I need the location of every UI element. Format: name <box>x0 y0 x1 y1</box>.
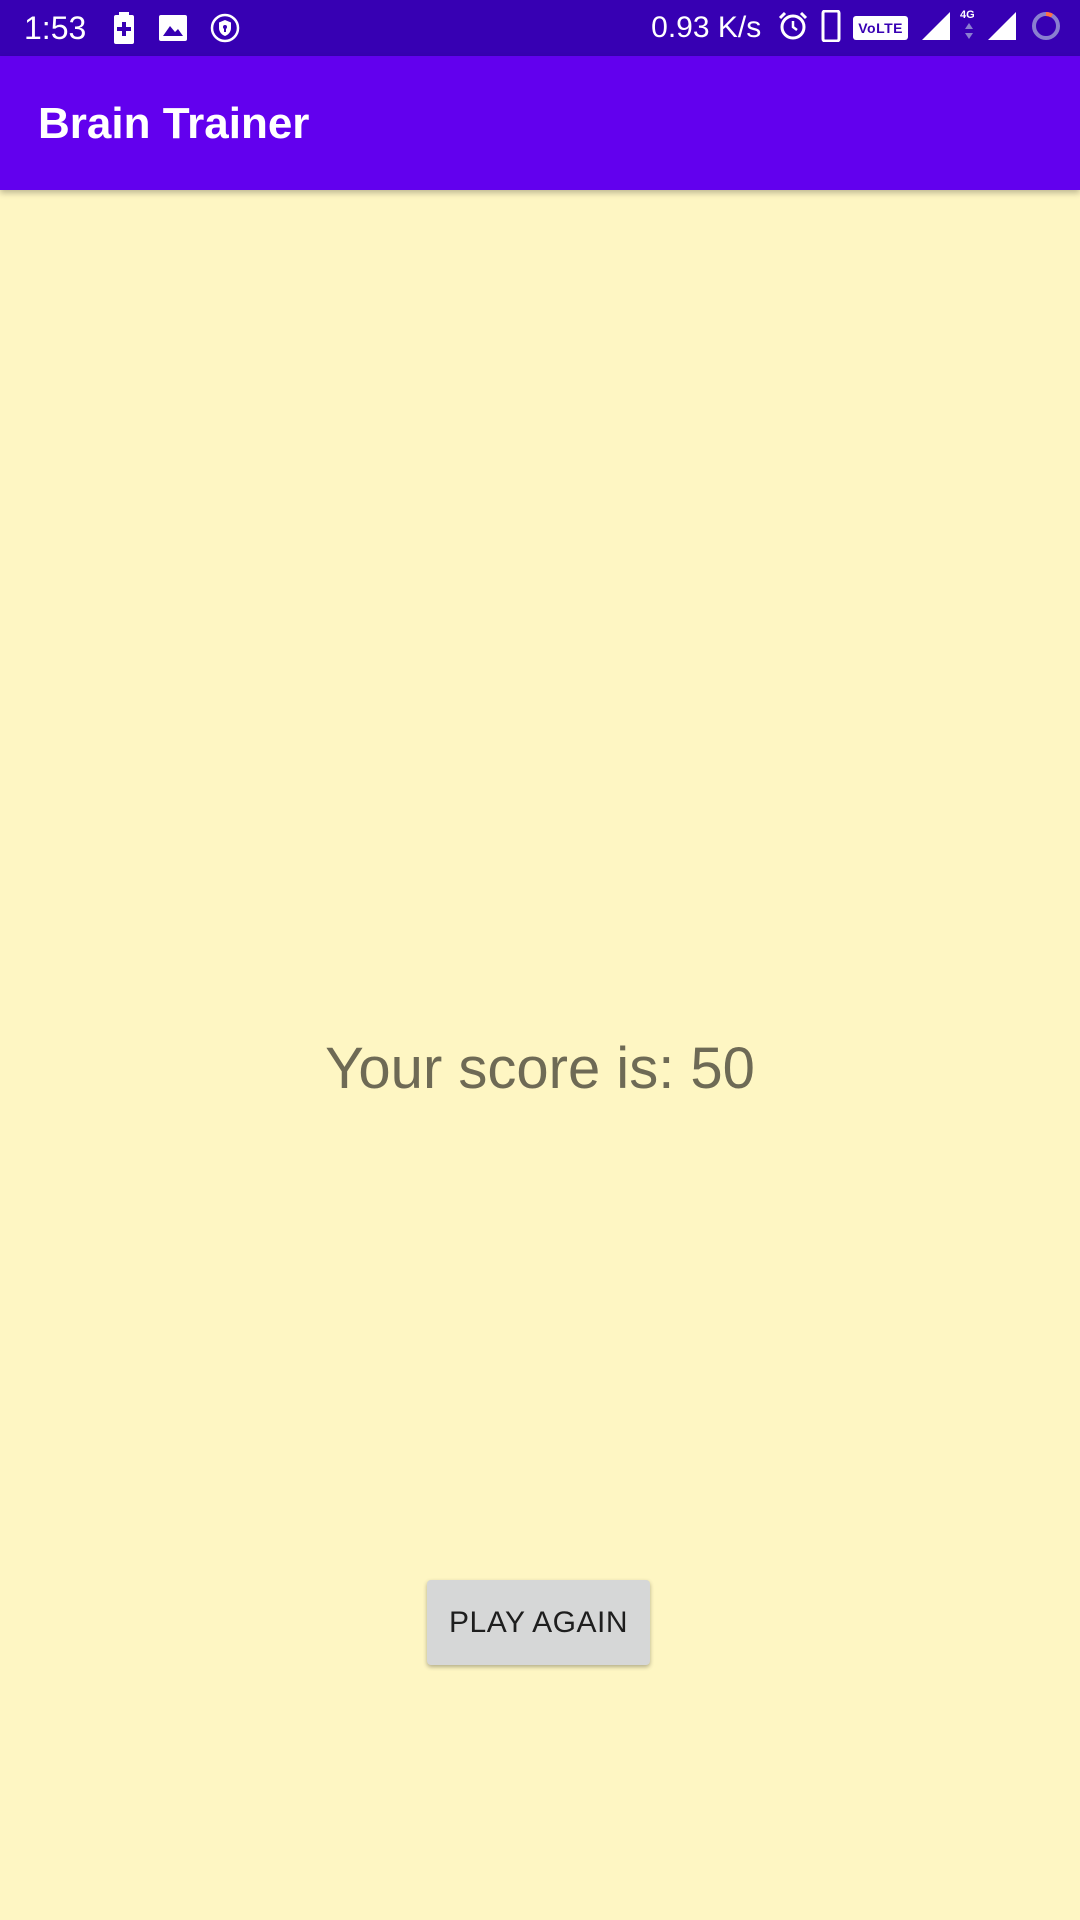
network-type: 4G <box>960 9 975 45</box>
loading-icon <box>1030 10 1062 47</box>
app-title: Brain Trainer <box>38 99 310 148</box>
play-again-button[interactable]: PLAY AGAIN <box>427 1580 650 1665</box>
status-time: 1:53 <box>24 10 87 46</box>
status-right: 0.93 K/s VoLTE 4G <box>651 9 1062 47</box>
network-type-label: 4G <box>960 9 975 21</box>
shield-icon <box>210 13 240 48</box>
main-content: Your score is: 50 PLAY AGAIN <box>0 190 1080 1920</box>
app-bar: Brain Trainer <box>0 56 1080 190</box>
signal-icon <box>920 10 952 47</box>
phone-icon <box>821 9 841 47</box>
volte-icon: VoLTE <box>853 16 908 40</box>
alarm-icon <box>777 10 809 47</box>
status-left-icons <box>112 12 240 49</box>
status-bar: 1:53 0.93 K/s VoLTE 4G <box>0 0 1080 56</box>
network-speed: 0.93 K/s <box>651 11 762 44</box>
signal-icon <box>986 10 1018 47</box>
score-text: Your score is: 50 <box>325 1036 755 1101</box>
image-icon <box>158 14 188 47</box>
battery-saver-icon <box>112 12 136 49</box>
